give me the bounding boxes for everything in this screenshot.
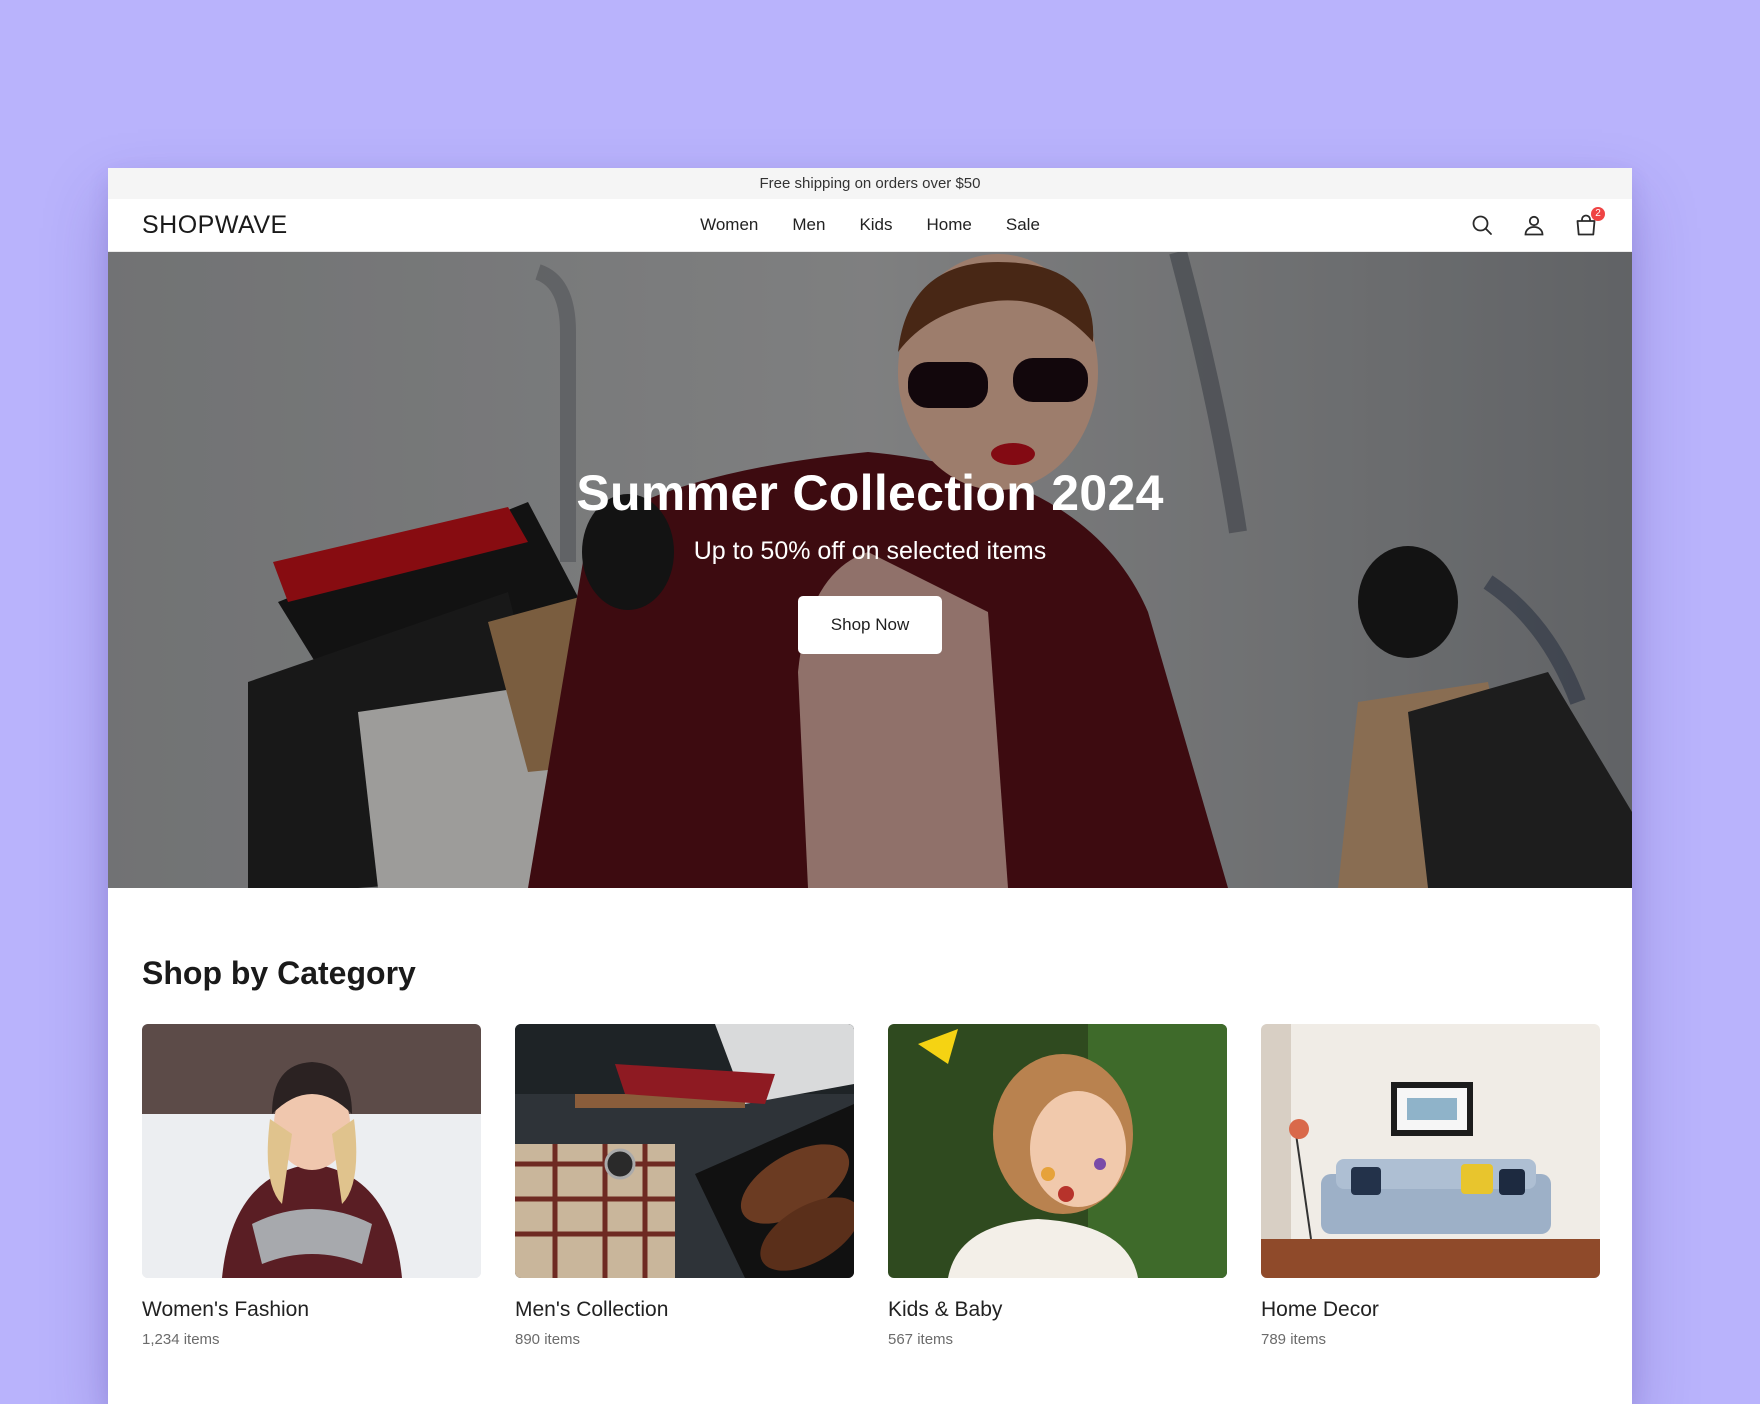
search-icon[interactable] [1470, 213, 1494, 237]
nav-link-women[interactable]: Women [700, 215, 758, 235]
hero-title: Summer Collection 2024 [576, 465, 1164, 521]
header-navbar: SHOPWAVE Women Men Kids Home Sale 2 [108, 199, 1632, 252]
nav-link-home[interactable]: Home [927, 215, 972, 235]
cart-count-badge: 2 [1591, 207, 1605, 221]
category-card-kids-baby[interactable]: Kids & Baby 567 items [888, 1024, 1227, 1348]
promo-bar: Free shipping on orders over $50 [108, 168, 1632, 199]
nav-link-kids[interactable]: Kids [859, 215, 892, 235]
site-logo[interactable]: SHOPWAVE [142, 211, 288, 240]
nav-link-men[interactable]: Men [792, 215, 825, 235]
category-card-mens-collection[interactable]: Men's Collection 890 items [515, 1024, 854, 1348]
shopping-bag-icon[interactable]: 2 [1574, 207, 1605, 237]
hero-content: Summer Collection 2024 Up to 50% off on … [108, 466, 1632, 654]
category-name: Kids & Baby [888, 1298, 1003, 1321]
nav-link-sale[interactable]: Sale [1006, 215, 1040, 235]
category-card-home-decor[interactable]: Home Decor 789 items [1261, 1024, 1600, 1348]
category-card-womens-fashion[interactable]: Women's Fashion 1,234 items [142, 1024, 481, 1348]
hero-banner: Summer Collection 2024 Up to 50% off on … [108, 252, 1632, 888]
category-count: 1,234 items [142, 1331, 220, 1348]
section-title: Shop by Category [142, 955, 416, 991]
category-grid: Women's Fashion 1,234 items Men's Collec… [142, 1024, 1600, 1348]
womens-fashion-image[interactable] [142, 1024, 481, 1278]
header-actions: 2 [1470, 207, 1605, 237]
promo-text: Free shipping on orders over $50 [759, 175, 981, 192]
category-name: Home Decor [1261, 1298, 1379, 1321]
category-count: 890 items [515, 1331, 581, 1348]
category-name: Women's Fashion [142, 1298, 310, 1321]
category-count: 789 items [1261, 1331, 1327, 1348]
mens-collection-image[interactable] [515, 1024, 854, 1278]
hero-subtitle: Up to 50% off on selected items [693, 537, 1047, 565]
user-icon[interactable] [1522, 213, 1546, 237]
main-nav: Women Men Kids Home Sale [700, 215, 1040, 235]
shop-now-button[interactable]: Shop Now [797, 596, 943, 654]
category-name: Men's Collection [515, 1298, 669, 1321]
kids-baby-image[interactable] [888, 1024, 1227, 1278]
browser-window: Free shipping on orders over $50 SHOPWAV… [108, 168, 1632, 1404]
category-section: Shop by Category Women's Fashion 1,234 i… [108, 888, 1632, 1348]
category-count: 567 items [888, 1331, 954, 1348]
home-decor-image[interactable] [1261, 1024, 1600, 1278]
